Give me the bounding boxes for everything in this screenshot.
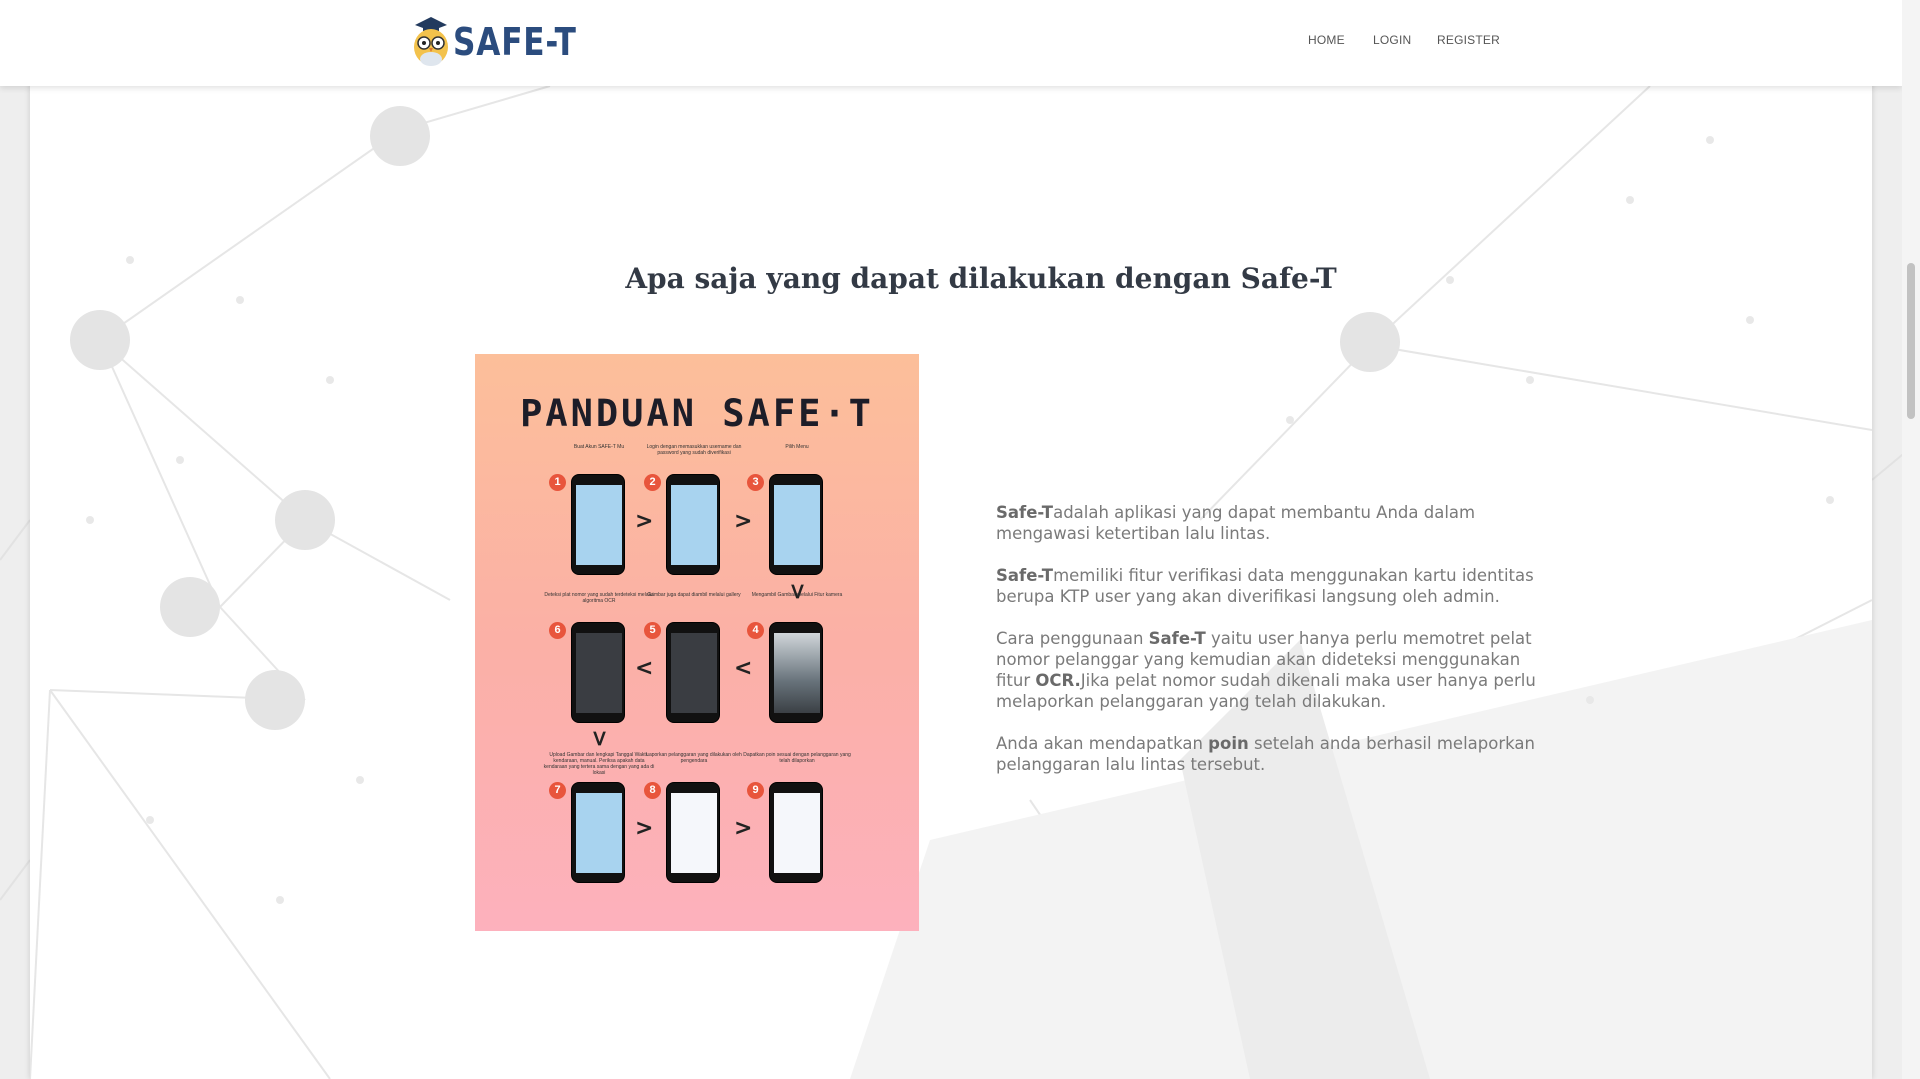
guide-step: Deteksi plat nomor yang sudah terdeteksi… — [544, 592, 654, 723]
phone-mockup — [769, 622, 823, 723]
description-text: Safe-Tadalah aplikasi yang dapat membant… — [996, 502, 1536, 796]
brand-name: SAFE-T — [453, 20, 577, 64]
phone-mockup — [666, 782, 720, 883]
page-container: Apa saja yang dapat dilakukan dengan Saf… — [30, 0, 1872, 1079]
step-caption: Login dengan memasukkan username dan pas… — [646, 444, 742, 456]
guide-step: Pilih Menu 3 — [747, 444, 825, 575]
step-number-badge: 4 — [747, 622, 764, 639]
step-number-badge: 8 — [644, 782, 661, 799]
step-number-badge: 3 — [747, 474, 764, 491]
nav-register-link[interactable]: REGISTER — [1437, 33, 1500, 47]
step-number-badge: 9 — [747, 782, 764, 799]
phone-mockup — [769, 782, 823, 883]
poster-title: PANDUAN SAFE·T — [520, 392, 874, 435]
guide-step: Buat Akun SAFE-T Mu 1 — [549, 444, 627, 575]
step-caption: Laporkan pelanggaran yang dilakukan oleh… — [646, 752, 742, 764]
arrow-left-icon: < — [635, 656, 654, 681]
step-number-badge: 2 — [644, 474, 661, 491]
description-paragraph: Safe-Tmemiliki fitur verifikasi data men… — [996, 566, 1534, 606]
page-scrollbar[interactable] — [1902, 0, 1920, 1079]
step-caption: Dapatkan poin sesuai dengan pelanggaran … — [743, 752, 851, 764]
step-number-badge: 7 — [549, 782, 566, 799]
guide-step: Laporkan pelanggaran yang dilakukan oleh… — [644, 752, 742, 883]
step-caption: Pilih Menu — [785, 444, 809, 450]
phone-mockup — [666, 474, 720, 575]
step-number-badge: 6 — [549, 622, 566, 639]
description-paragraph: Cara penggunaan Safe-T yaitu user hanya … — [996, 629, 1536, 711]
phone-mockup — [571, 782, 625, 883]
nav-home-link[interactable]: HOME — [1308, 33, 1345, 47]
step-number-badge: 1 — [549, 474, 566, 491]
step-number-badge: 5 — [644, 622, 661, 639]
phone-mockup — [571, 474, 625, 575]
arrow-left-icon: < — [734, 656, 753, 681]
guide-step: Login dengan memasukkan username dan pas… — [644, 444, 741, 575]
owl-mascot-icon — [414, 17, 448, 66]
network-background-graphic — [30, 85, 1872, 1079]
phone-mockup — [769, 474, 823, 575]
phone-mockup — [666, 622, 720, 723]
scrollbar-thumb[interactable] — [1907, 263, 1915, 419]
description-paragraph: Safe-Tadalah aplikasi yang dapat membant… — [996, 503, 1476, 543]
nav-login-link[interactable]: LOGIN — [1373, 33, 1411, 47]
guide-step: Dapatkan poin sesuai dengan pelanggaran … — [743, 752, 851, 883]
description-paragraph: Anda akan mendapatkan poin setelah anda … — [996, 734, 1535, 774]
section-title: Apa saja yang dapat dilakukan dengan Saf… — [625, 262, 1337, 295]
step-caption: Deteksi plat nomor yang sudah terdeteksi… — [544, 592, 654, 604]
arrow-right-icon: > — [734, 509, 753, 534]
guide-step: Gambar juga dapat diambil melalui galler… — [644, 592, 741, 723]
top-navbar: SAFE-T HOME LOGIN REGISTER — [0, 0, 1902, 86]
arrow-right-icon: > — [734, 816, 753, 841]
guide-step: Upload Gambar dan lengkapi Tanggal Waktu… — [544, 752, 654, 883]
site-logo[interactable]: SAFE-T — [411, 15, 604, 69]
step-caption: Mengambil Gambar melalui Fitur kamera — [751, 592, 843, 598]
guide-poster-image: PANDUAN SAFE·T Buat Akun SAFE-T Mu 1 > L… — [475, 354, 919, 931]
arrow-right-icon: > — [635, 816, 654, 841]
guide-step: Mengambil Gambar melalui Fitur kamera 4 — [747, 592, 842, 723]
arrow-right-icon: > — [635, 509, 654, 534]
phone-mockup — [571, 622, 625, 723]
arrow-down-icon: > — [586, 729, 612, 748]
